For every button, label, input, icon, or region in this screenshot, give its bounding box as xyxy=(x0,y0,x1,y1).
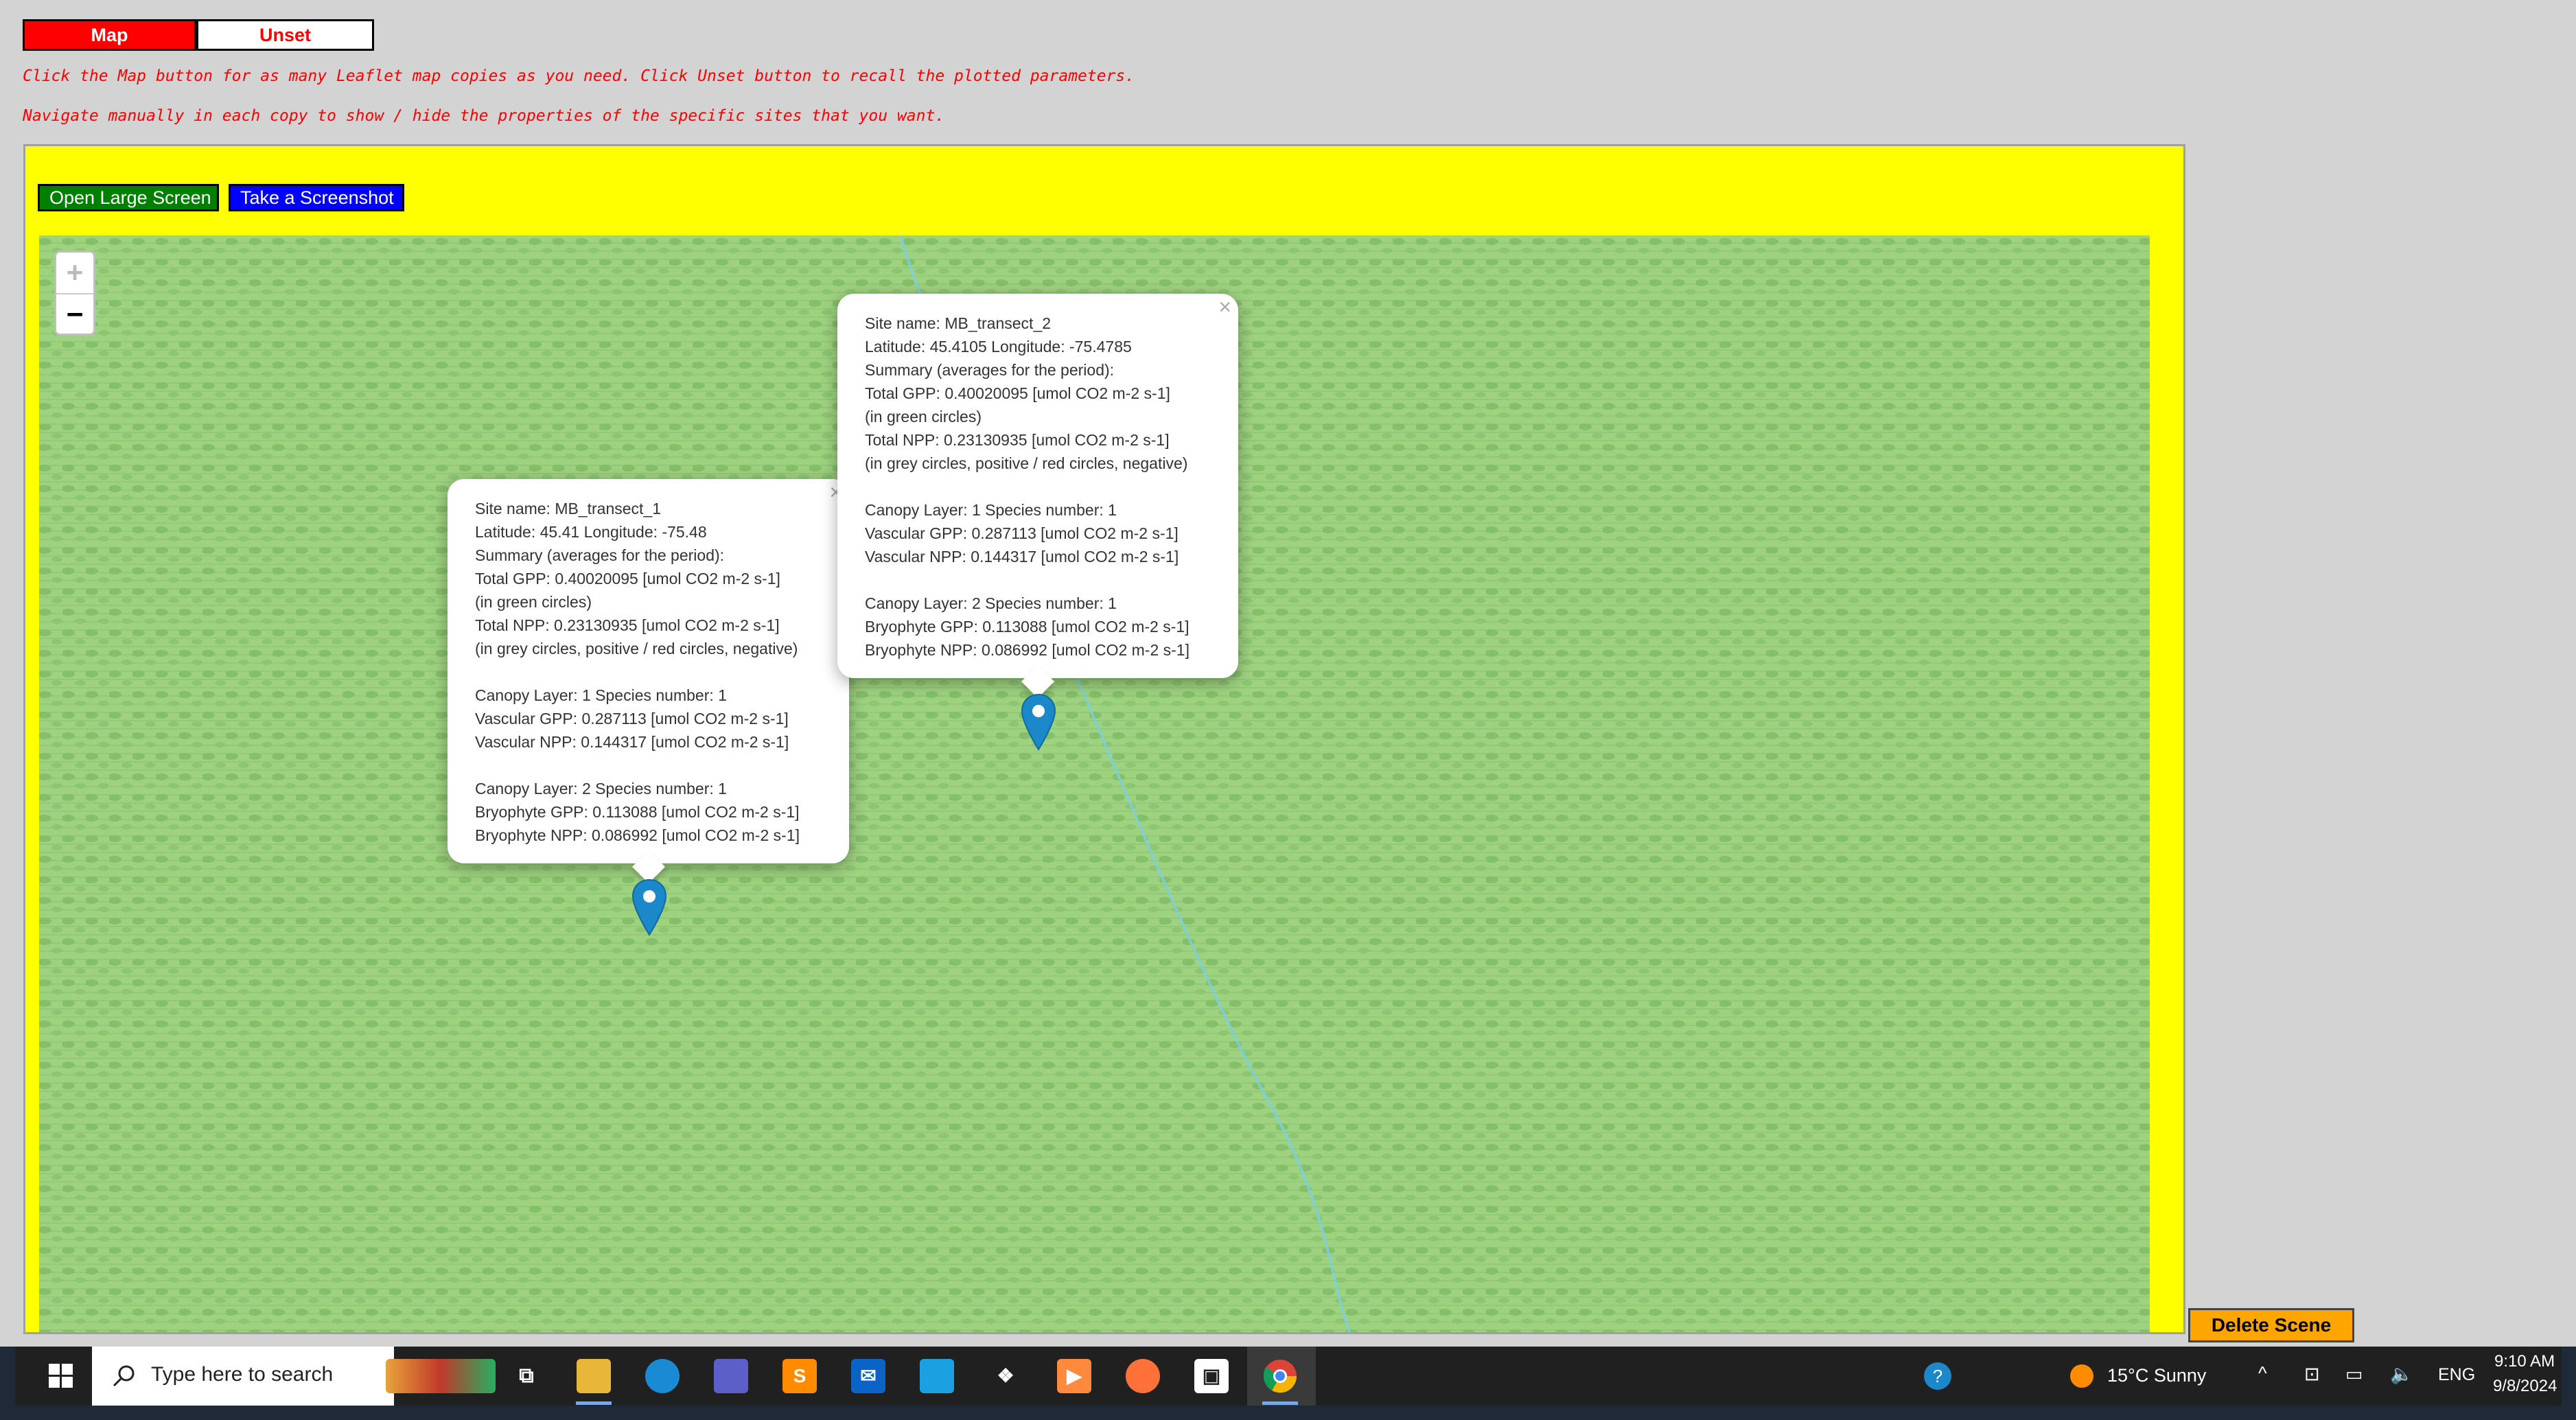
popup-coordinates: Latitude: 45.4105 Longitude: -75.4785 xyxy=(865,338,1132,356)
popup-canopy-layer-1: Canopy Layer: 1 Species number: 1 xyxy=(475,686,727,704)
weather-text[interactable]: 15°C Sunny xyxy=(2107,1365,2206,1386)
zoom-in-button[interactable]: + xyxy=(56,253,93,294)
task-view-icon[interactable]: ⧉ xyxy=(509,1359,544,1393)
popup-gpp-note: (in green circles) xyxy=(475,593,592,611)
books-widget-icon[interactable] xyxy=(386,1359,496,1393)
clock-date[interactable]: 9/8/2024 xyxy=(2493,1377,2557,1396)
delete-scene-button[interactable]: Delete Scene xyxy=(2188,1308,2354,1342)
instruction-line-2: Navigate manually in each copy to show /… xyxy=(23,107,945,125)
dropbox-icon[interactable]: ❖ xyxy=(988,1359,1023,1393)
popup-site-name: Site name: MB_transect_1 xyxy=(475,500,662,517)
firefox-icon[interactable] xyxy=(1126,1359,1160,1393)
windows-start-icon[interactable] xyxy=(30,1347,92,1406)
open-large-screen-button[interactable]: Open Large Screen xyxy=(38,184,219,211)
popup-summary-heading: Summary (averages for the period): xyxy=(865,361,1115,379)
popup-site-name: Site name: MB_transect_2 xyxy=(865,314,1052,332)
map-frame: Open Large Screen Take a Screenshot + − … xyxy=(23,144,2185,1334)
app-icon[interactable] xyxy=(920,1359,954,1393)
popup-total-npp: Total NPP: 0.23130935 [umol CO2 m-2 s-1] xyxy=(865,431,1170,449)
map-marker-icon[interactable] xyxy=(1021,693,1056,751)
popup-vascular-npp: Vascular NPP: 0.144317 [umol CO2 m-2 s-1… xyxy=(475,733,789,751)
mail-icon[interactable]: ✉ xyxy=(851,1359,885,1393)
take-screenshot-button[interactable]: Take a Screenshot xyxy=(229,184,404,211)
media-icon[interactable]: ▶ xyxy=(1057,1359,1091,1393)
device-icon[interactable]: ⊡ xyxy=(2304,1364,2320,1385)
popup-bryophyte-gpp: Bryophyte GPP: 0.113088 [umol CO2 m-2 s-… xyxy=(865,618,1190,636)
sublime-icon[interactable]: S xyxy=(782,1359,817,1393)
leaflet-map[interactable]: + − × Site name: MB_transect_1 Latitude:… xyxy=(39,235,2150,1332)
popup-coordinates: Latitude: 45.41 Longitude: -75.48 xyxy=(475,523,707,541)
zoom-out-button[interactable]: − xyxy=(56,294,93,335)
instruction-line-1: Click the Map button for as many Leaflet… xyxy=(23,67,1135,85)
file-explorer-icon[interactable] xyxy=(577,1359,611,1393)
site-popup-1: × Site name: MB_transect_1 Latitude: 45.… xyxy=(448,479,849,884)
edge-icon[interactable] xyxy=(645,1359,680,1393)
popup-canopy-layer-1: Canopy Layer: 1 Species number: 1 xyxy=(865,501,1117,519)
popup-vascular-gpp: Vascular GPP: 0.287113 [umol CO2 m-2 s-1… xyxy=(475,710,789,728)
popup-vascular-gpp: Vascular GPP: 0.287113 [umol CO2 m-2 s-1… xyxy=(865,524,1179,542)
popup-total-npp: Total NPP: 0.23130935 [umol CO2 m-2 s-1] xyxy=(475,616,780,634)
popup-close-button[interactable]: × xyxy=(1218,295,1231,318)
app-frame: Map Unset Click the Map button for as ma… xyxy=(0,0,2576,1347)
svg-text:?: ? xyxy=(1933,1366,1942,1386)
clock-time[interactable]: 9:10 AM xyxy=(2494,1352,2555,1371)
show-hidden-icons[interactable]: ^ xyxy=(2258,1363,2267,1384)
chrome-icon[interactable] xyxy=(1263,1359,1297,1393)
popup-total-gpp: Total GPP: 0.40020095 [umol CO2 m-2 s-1] xyxy=(865,384,1170,402)
popup-gpp-note: (in green circles) xyxy=(865,408,982,426)
popup-npp-note: (in grey circles, positive / red circles… xyxy=(865,454,1188,472)
taskbar-search-box[interactable]: Type here to search xyxy=(92,1347,394,1406)
popup-vascular-npp: Vascular NPP: 0.144317 [umol CO2 m-2 s-1… xyxy=(865,548,1179,566)
popup-summary-heading: Summary (averages for the period): xyxy=(475,546,725,564)
popup-bryophyte-npp: Bryophyte NPP: 0.086992 [umol CO2 m-2 s-… xyxy=(865,641,1190,659)
zoom-control: + − xyxy=(54,251,95,336)
popup-bryophyte-npp: Bryophyte NPP: 0.086992 [umol CO2 m-2 s-… xyxy=(475,826,800,844)
notes-icon[interactable]: ▣ xyxy=(1194,1359,1229,1393)
popup-bryophyte-gpp: Bryophyte GPP: 0.113088 [umol CO2 m-2 s-… xyxy=(475,803,800,821)
store-icon[interactable] xyxy=(714,1359,748,1393)
language-indicator[interactable]: ENG xyxy=(2438,1365,2475,1385)
search-icon xyxy=(113,1365,135,1387)
volume-icon[interactable]: 🔈 xyxy=(2390,1363,2413,1385)
site-popup-2: × Site name: MB_transect_2 Latitude: 45.… xyxy=(837,294,1238,699)
popup-canopy-layer-2: Canopy Layer: 2 Species number: 1 xyxy=(475,780,727,798)
search-placeholder: Type here to search xyxy=(151,1363,334,1386)
popup-canopy-layer-2: Canopy Layer: 2 Species number: 1 xyxy=(865,594,1117,612)
help-icon[interactable]: ? xyxy=(1922,1360,1953,1392)
popup-total-gpp: Total GPP: 0.40020095 [umol CO2 m-2 s-1] xyxy=(475,570,780,587)
unset-button[interactable]: Unset xyxy=(196,19,374,51)
network-icon[interactable]: ▭ xyxy=(2345,1364,2363,1385)
popup-npp-note: (in grey circles, positive / red circles… xyxy=(475,640,798,657)
map-button[interactable]: Map xyxy=(23,19,196,51)
map-marker-icon[interactable] xyxy=(631,878,667,936)
taskbar: Type here to search ⧉ S ✉ ❖ ▶ ▣ ? 15°C S… xyxy=(0,1347,2576,1420)
weather-icon[interactable] xyxy=(2067,1362,2096,1390)
